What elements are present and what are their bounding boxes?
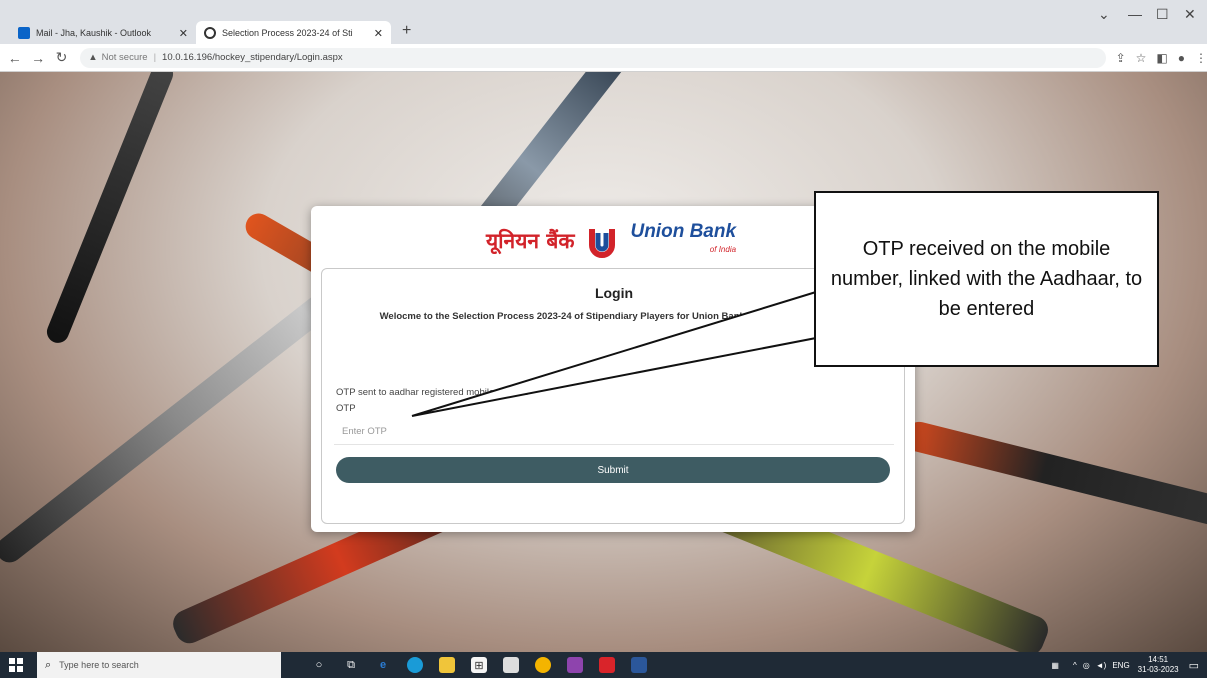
browser-toolbar: ← → ↻ ▲ Not secure | 10.0.16.196/hockey_…: [0, 44, 1207, 72]
menu-icon[interactable]: ⋮: [1195, 51, 1207, 65]
search-placeholder: Type here to search: [59, 660, 139, 670]
cortana-icon[interactable]: ○: [311, 657, 327, 673]
warning-icon: ▲: [88, 52, 98, 63]
callout-text: OTP received on the mobile number, linke…: [830, 238, 1143, 320]
maximize-icon[interactable]: ☐: [1156, 6, 1169, 23]
side-panel-icon[interactable]: ◧: [1156, 51, 1167, 65]
close-tab-icon[interactable]: ✕: [374, 27, 383, 40]
address-bar[interactable]: ▲ Not secure | 10.0.16.196/hockey_stipen…: [80, 47, 1106, 68]
volume-icon[interactable]: ◄): [1096, 661, 1107, 670]
profile-icon[interactable]: ●: [1178, 51, 1185, 65]
tab-title: Selection Process 2023-24 of Sti: [222, 28, 353, 38]
store-icon[interactable]: ⊞: [471, 657, 487, 673]
clock-time: 14:51: [1148, 655, 1169, 664]
site-favicon-icon: [204, 27, 216, 39]
language-indicator[interactable]: ENG: [1112, 661, 1129, 670]
page-background: यूनियन बैंक Union Bank of India Login We…: [0, 72, 1207, 652]
tab-search-icon[interactable]: ⌄: [1098, 6, 1110, 23]
file-explorer-icon[interactable]: [439, 657, 455, 673]
edge-legacy-icon[interactable]: e: [375, 657, 391, 673]
back-icon[interactable]: ←: [6, 50, 23, 66]
windows-start-icon[interactable]: [9, 658, 23, 672]
app-icon[interactable]: [567, 657, 583, 673]
tab-outlook-mail[interactable]: Mail - Jha, Kaushik - Outlook ✕: [10, 21, 196, 45]
tab-title: Mail - Jha, Kaushik - Outlook: [36, 28, 152, 38]
taskbar-search[interactable]: ⌕ Type here to search: [37, 652, 281, 678]
notification-icon[interactable]: ▭: [1189, 659, 1199, 672]
security-status: Not secure: [101, 52, 148, 63]
screen: Mail - Jha, Kaushik - Outlook ✕ Selectio…: [0, 0, 1207, 678]
annotation-callout: OTP received on the mobile number, linke…: [814, 191, 1159, 367]
browser-tab-strip: Mail - Jha, Kaushik - Outlook ✕ Selectio…: [0, 0, 1207, 45]
tab-selection-process[interactable]: Selection Process 2023-24 of Sti ✕: [196, 21, 391, 45]
close-tab-icon[interactable]: ✕: [179, 27, 188, 40]
forward-icon[interactable]: →: [29, 50, 46, 66]
task-view-icon[interactable]: ⧉: [343, 657, 359, 673]
network-icon[interactable]: ◎: [1083, 661, 1090, 670]
windows-taskbar: ⌕ Type here to search ○ ⧉ e ⊞ ▦ ^ ◎ ◄) E…: [0, 652, 1207, 678]
mail-icon[interactable]: [503, 657, 519, 673]
minimize-icon[interactable]: —: [1128, 6, 1142, 22]
acrobat-icon[interactable]: [599, 657, 615, 673]
outlook-icon: [18, 27, 30, 39]
divider: |: [153, 52, 157, 63]
new-tab-button[interactable]: +: [402, 22, 411, 40]
share-icon[interactable]: ⇪: [1116, 51, 1126, 65]
clock-date: 31-03-2023: [1137, 665, 1179, 674]
keyboard-icon[interactable]: ▦: [1051, 661, 1059, 670]
edge-icon[interactable]: [407, 657, 423, 673]
search-icon: ⌕: [45, 658, 52, 671]
clock[interactable]: 14:51 31-03-2023: [1138, 655, 1179, 675]
bookmark-star-icon[interactable]: ☆: [1136, 51, 1147, 65]
close-window-icon[interactable]: ✕: [1184, 6, 1196, 23]
chevron-up-icon[interactable]: ^: [1073, 661, 1077, 670]
word-icon[interactable]: [631, 657, 647, 673]
reload-icon[interactable]: ↻: [53, 49, 70, 66]
chrome-icon[interactable]: [535, 657, 551, 673]
system-tray: ▦ ^ ◎ ◄) ENG 14:51 31-03-2023 ▭: [1051, 652, 1207, 678]
url-text: 10.0.16.196/hockey_stipendary/Login.aspx: [162, 52, 343, 63]
